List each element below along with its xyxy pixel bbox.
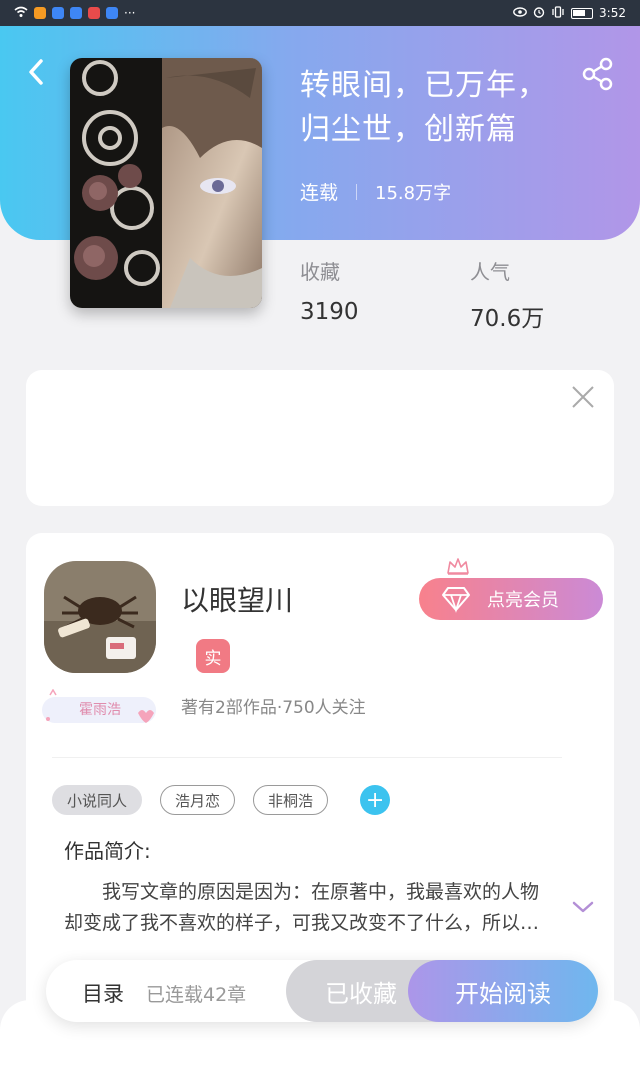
book-cover-image <box>70 58 262 308</box>
status-bar: ··· 3:52 <box>0 0 640 26</box>
popularity-label: 人气 <box>470 260 510 284</box>
intro-text[interactable]: 我写文章的原因是因为：在原著中，我最喜欢的人物却变成了我不喜欢的样子，可我又改变… <box>64 877 550 939</box>
book-title: 转眼间，已万年，归尘世，创新篇 <box>300 68 548 147</box>
tag-item[interactable]: 小说同人 <box>52 785 143 815</box>
tag-list: 小说同人 浩月恋 非桐浩 + <box>52 785 391 815</box>
crown-icon <box>447 558 469 575</box>
alarm-icon <box>533 6 545 21</box>
chevron-left-icon <box>29 59 43 85</box>
book-meta: 连载 15.8万字 <box>300 178 451 205</box>
app-notification-icon <box>52 7 64 19</box>
vip-button[interactable]: 点亮会员 <box>419 578 603 620</box>
back-button[interactable] <box>20 54 52 90</box>
toc-button[interactable]: 目录 <box>82 978 124 1008</box>
popularity-stat: 人气 70.6万 <box>470 256 544 333</box>
expand-intro-button[interactable] <box>570 897 596 917</box>
app-notification-icon <box>70 7 82 19</box>
avatar-image <box>44 561 156 673</box>
battery-icon <box>571 7 594 19</box>
start-reading-button[interactable]: 开始阅读 <box>408 960 598 1022</box>
eye-comfort-icon <box>513 6 527 20</box>
section-divider <box>52 757 562 758</box>
meta-divider <box>356 183 358 200</box>
chapter-count[interactable]: 已连载42章 <box>146 980 246 1007</box>
popularity-value: 70.6万 <box>470 306 545 332</box>
author-name[interactable]: 以眼望川 <box>181 579 293 619</box>
fan-badge: 霍雨浩 <box>38 688 162 729</box>
more-notifications-icon: ··· <box>124 6 136 20</box>
author-stats: 著有2部作品·750人关注 <box>181 698 366 718</box>
book-word-count: 15.8万字 <box>375 182 452 204</box>
wifi-icon <box>14 6 28 21</box>
ad-card <box>26 370 614 506</box>
app-notification-icon <box>88 7 100 19</box>
share-icon <box>582 57 613 91</box>
author-avatar[interactable] <box>44 561 156 673</box>
vip-button-label: 点亮会员 <box>487 590 559 611</box>
status-time: 3:52 <box>599 6 626 20</box>
vibrate-icon <box>551 5 565 21</box>
fan-badge-label: 霍雨浩 <box>79 702 121 718</box>
verified-badge: 实 <box>196 639 230 673</box>
status-bar-right: 3:52 <box>513 5 626 21</box>
book-cover[interactable] <box>70 58 262 308</box>
favorites-stat: 收藏 3190 <box>300 256 359 325</box>
favorites-value: 3190 <box>300 299 359 325</box>
favorites-label: 收藏 <box>300 260 340 284</box>
share-button[interactable] <box>580 56 616 92</box>
app-notification-icon <box>106 7 118 19</box>
ad-close-button[interactable] <box>568 382 598 412</box>
action-bar: 目录 已连载42章 已收藏 开始阅读 <box>46 960 598 1022</box>
tag-item[interactable]: 浩月恋 <box>160 785 236 815</box>
intro-title: 作品简介: <box>64 839 151 863</box>
status-bar-left: ··· <box>14 6 135 21</box>
diamond-icon <box>442 587 470 613</box>
tag-item[interactable]: 非桐浩 <box>253 785 329 815</box>
book-status: 连载 <box>300 182 339 204</box>
close-icon <box>572 386 594 408</box>
app-notification-icon <box>34 7 46 19</box>
add-tag-button[interactable]: + <box>360 785 391 815</box>
chevron-down-icon <box>572 901 594 913</box>
